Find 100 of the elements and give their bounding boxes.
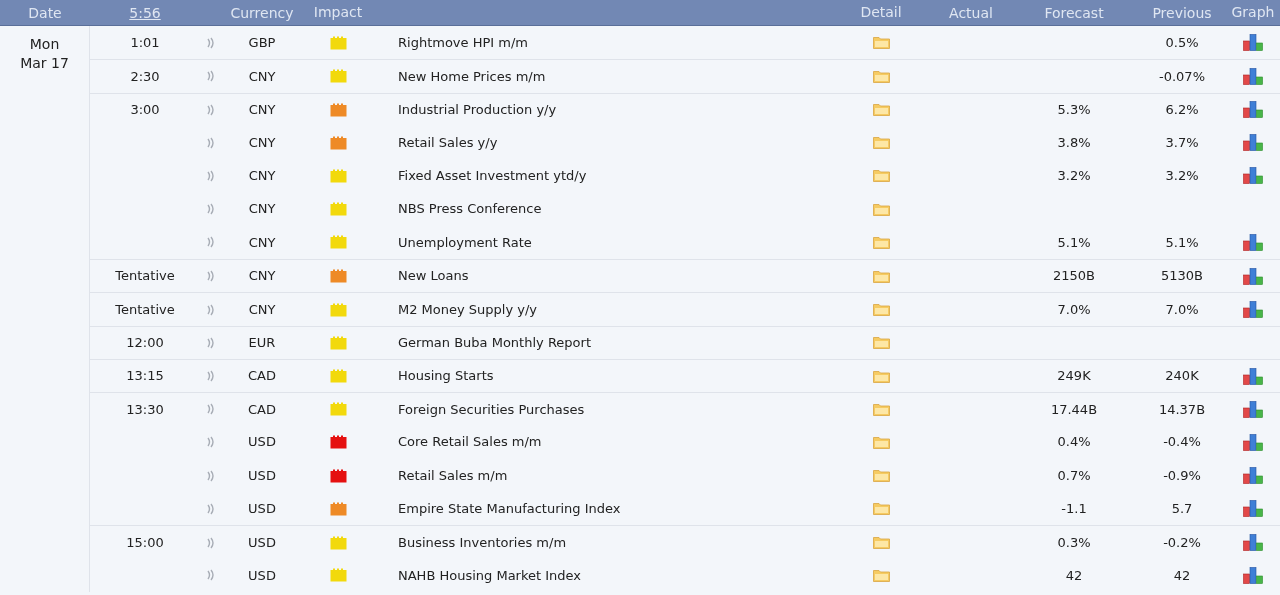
sound-icon[interactable]	[207, 236, 215, 249]
forecast-value: 0.3%	[1057, 534, 1091, 550]
forecast-value: 5.1%	[1057, 234, 1091, 250]
currency-code: CNY	[248, 168, 276, 184]
folder-icon[interactable]	[872, 36, 890, 50]
bar-chart-icon[interactable]	[1243, 34, 1263, 52]
current-time-link[interactable]: 5:56	[129, 4, 161, 21]
sound-icon[interactable]	[207, 336, 215, 349]
folder-icon[interactable]	[872, 303, 890, 316]
currency-code: CNY	[248, 301, 276, 317]
bar-chart-icon[interactable]	[1243, 500, 1263, 518]
sound-icon[interactable]	[207, 370, 215, 383]
forecast-value: 17.44B	[1050, 401, 1098, 417]
bar-chart-icon[interactable]	[1243, 433, 1263, 451]
previous-value: -0.07%	[1159, 68, 1205, 84]
folder-icon[interactable]	[872, 502, 890, 516]
event-title: Retail Sales m/m	[398, 467, 508, 483]
sound-icon[interactable]	[207, 203, 215, 216]
bar-chart-icon[interactable]	[1243, 233, 1263, 251]
sound-icon[interactable]	[207, 169, 215, 182]
previous-value: 5.1%	[1165, 234, 1199, 250]
column-header: Forecast	[1044, 4, 1104, 21]
event-title: M2 Money Supply y/y	[398, 301, 538, 317]
sound-icon[interactable]	[207, 270, 215, 283]
previous-value: 3.2%	[1165, 168, 1199, 184]
previous-value: 3.7%	[1165, 134, 1199, 150]
bar-chart-icon[interactable]	[1243, 534, 1263, 552]
day-weekday: Mon	[29, 35, 60, 54]
bar-chart-icon[interactable]	[1243, 134, 1263, 152]
previous-value: -0.9%	[1163, 467, 1201, 483]
bar-chart-icon[interactable]	[1243, 400, 1263, 418]
folder-icon[interactable]	[872, 568, 890, 582]
currency-code: EUR	[248, 335, 276, 351]
folder-icon[interactable]	[872, 469, 890, 482]
sound-icon[interactable]	[207, 569, 215, 582]
sound-icon[interactable]	[207, 436, 215, 449]
event-time: Tentative	[115, 268, 175, 284]
column-header: Currency	[230, 4, 294, 21]
event-title: Core Retail Sales m/m	[398, 434, 542, 450]
currency-code: CNY	[248, 268, 276, 284]
previous-value: 14.37B	[1158, 401, 1206, 417]
bar-chart-icon[interactable]	[1243, 267, 1263, 285]
currency-code: CNY	[248, 68, 276, 84]
previous-value: 240K	[1165, 368, 1199, 384]
event-time: 3:00	[130, 102, 160, 117]
event-title: Fixed Asset Investment ytd/y	[398, 168, 587, 184]
folder-icon[interactable]	[872, 103, 890, 117]
event-time: 15:00	[126, 534, 164, 550]
bar-chart-icon[interactable]	[1243, 101, 1263, 119]
bar-chart-icon[interactable]	[1243, 67, 1263, 85]
currency-code: USD	[248, 467, 276, 483]
sound-icon[interactable]	[207, 403, 215, 416]
event-title: Empire State Manufacturing Index	[398, 501, 621, 517]
event-title: New Loans	[398, 268, 469, 284]
forecast-value: 3.2%	[1057, 168, 1091, 184]
folder-icon[interactable]	[872, 336, 890, 350]
column-header: Detail	[860, 3, 902, 22]
forecast-value: 0.7%	[1057, 467, 1091, 483]
folder-icon[interactable]	[872, 369, 890, 383]
previous-value: 5130B	[1161, 268, 1203, 284]
sound-icon[interactable]	[207, 136, 215, 149]
folder-icon[interactable]	[872, 269, 890, 283]
bar-chart-icon[interactable]	[1243, 367, 1263, 385]
bar-chart-icon[interactable]	[1243, 566, 1263, 584]
folder-icon[interactable]	[872, 235, 890, 249]
sound-icon[interactable]	[207, 303, 215, 316]
sound-icon[interactable]	[207, 36, 215, 49]
currency-code: CNY	[248, 134, 276, 150]
sound-icon[interactable]	[207, 103, 215, 116]
event-title: Business Inventories m/m	[398, 534, 567, 550]
currency-code: GBP	[248, 34, 276, 50]
bar-chart-icon[interactable]	[1243, 301, 1263, 318]
currency-code: CAD	[248, 368, 276, 384]
sound-icon[interactable]	[207, 469, 215, 482]
forecast-value: 3.8%	[1057, 134, 1091, 150]
folder-icon[interactable]	[872, 169, 890, 183]
folder-icon[interactable]	[872, 69, 890, 83]
folder-icon[interactable]	[872, 435, 890, 449]
previous-value: 42	[1173, 567, 1191, 583]
currency-code: USD	[248, 501, 276, 517]
sound-icon[interactable]	[207, 536, 215, 549]
forecast-value: 5.3%	[1057, 102, 1091, 117]
bar-chart-icon[interactable]	[1243, 467, 1263, 484]
column-header: Graph	[1231, 3, 1275, 22]
event-time: 1:01	[130, 34, 160, 50]
sound-icon[interactable]	[207, 70, 215, 83]
sound-icon[interactable]	[207, 502, 215, 515]
folder-icon[interactable]	[872, 136, 890, 150]
event-title: NAHB Housing Market Index	[398, 567, 582, 583]
bar-chart-icon[interactable]	[1243, 167, 1263, 185]
folder-icon[interactable]	[872, 202, 890, 216]
folder-icon[interactable]	[872, 402, 890, 416]
forecast-value: 42	[1065, 567, 1083, 583]
event-title: Foreign Securities Purchases	[398, 401, 585, 417]
folder-icon[interactable]	[872, 536, 890, 550]
previous-value: 0.5%	[1165, 34, 1199, 50]
event-time: 13:30	[126, 401, 164, 417]
event-title: Unemployment Rate	[398, 234, 532, 250]
forecast-value: 7.0%	[1057, 301, 1091, 317]
event-title: NBS Press Conference	[398, 201, 542, 217]
